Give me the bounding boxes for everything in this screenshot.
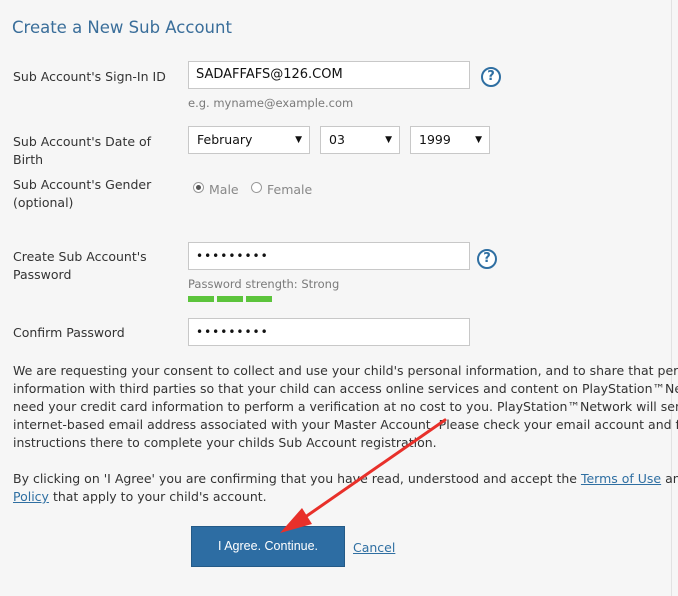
gender-female-radio[interactable] (251, 182, 262, 193)
agreement-line-2: Policy that apply to your child's accoun… (13, 488, 678, 506)
strength-bar-1 (188, 296, 214, 302)
page-title: Create a New Sub Account (12, 18, 232, 37)
privacy-policy-link[interactable]: Policy (13, 489, 49, 504)
signin-hint: e.g. myname@example.com (188, 96, 354, 110)
create-sub-account-page: Create a New Sub Account Sub Account's S… (0, 0, 678, 596)
strength-bar-2 (217, 296, 243, 302)
chevron-down-icon: ▼ (385, 135, 392, 145)
dob-month-value: February (197, 132, 253, 147)
agreement-prefix: By clicking on 'I Agree' you are confirm… (13, 471, 581, 486)
consent-line: information with third parties so that y… (13, 381, 678, 396)
gender-female-label[interactable]: Female (267, 182, 312, 197)
signin-id-label: Sub Account's Sign-In ID (13, 69, 166, 84)
dob-label-line1: Sub Account's Date of (13, 134, 152, 149)
dob-label-line2: Birth (13, 152, 44, 167)
consent-line: We are requesting your consent to collec… (13, 363, 678, 378)
consent-line: need your credit card information to per… (13, 399, 678, 414)
agree-continue-button[interactable]: I Agree. Continue. (191, 526, 345, 567)
consent-line: internet-based email address associated … (13, 417, 678, 432)
gender-male-label[interactable]: Male (209, 182, 239, 197)
password-help-icon[interactable]: ? (477, 249, 497, 269)
gender-label-line2: (optional) (13, 195, 74, 210)
cancel-link[interactable]: Cancel (353, 540, 395, 555)
page-right-border (671, 0, 672, 596)
agreement-paragraph: By clicking on 'I Agree' you are confirm… (13, 470, 678, 506)
password-input[interactable]: ••••••••• (188, 242, 470, 270)
chevron-down-icon: ▼ (475, 135, 482, 145)
consent-line: instructions there to complete your chil… (13, 435, 437, 450)
strength-bar-3 (246, 296, 272, 302)
agreement-suffix: that apply to your child's account. (48, 489, 267, 504)
dob-month-select[interactable]: February ▼ (188, 126, 310, 154)
confirm-password-label: Confirm Password (13, 325, 125, 340)
dob-year-value: 1999 (419, 132, 451, 147)
consent-paragraph: We are requesting your consent to collec… (13, 362, 678, 452)
gender-label-line1: Sub Account's Gender (13, 177, 152, 192)
chevron-down-icon: ▼ (295, 135, 302, 145)
signin-id-input[interactable]: SADAFFAFS@126.COM (188, 61, 470, 89)
agreement-line-1: By clicking on 'I Agree' you are confirm… (13, 470, 678, 488)
annotation-arrow-icon (280, 418, 447, 533)
dob-year-select[interactable]: 1999 ▼ (410, 126, 490, 154)
password-label-line1: Create Sub Account's (13, 249, 147, 264)
terms-of-use-link[interactable]: Terms of Use (581, 471, 661, 486)
signin-help-icon[interactable]: ? (481, 67, 501, 87)
agreement-middle: and the (665, 471, 678, 486)
gender-male-radio[interactable] (193, 182, 204, 193)
dob-day-value: 03 (329, 132, 345, 147)
confirm-password-input[interactable]: ••••••••• (188, 318, 470, 346)
password-strength-text: Password strength: Strong (188, 277, 340, 291)
password-label-line2: Password (13, 267, 72, 282)
dob-day-select[interactable]: 03 ▼ (320, 126, 400, 154)
